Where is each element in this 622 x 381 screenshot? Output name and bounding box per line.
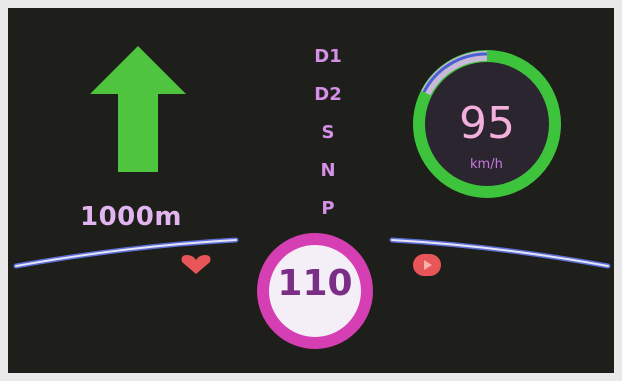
speed-limit-value: 110 <box>277 263 353 304</box>
heads-up-display: 1000m D1 D2 S N P 95 km/h 110 <box>8 8 614 373</box>
speed-unit: km/h <box>470 157 503 172</box>
gear-d1: D1 <box>314 46 342 67</box>
play-icon <box>413 254 441 276</box>
gear-s: S <box>321 122 335 143</box>
gear-d2: D2 <box>314 84 342 105</box>
heart-icon <box>181 255 211 274</box>
gear-selector: D1 D2 S N P <box>308 38 348 228</box>
gear-p: P <box>321 198 335 219</box>
gear-n: N <box>320 160 336 181</box>
arrow-up-icon <box>90 46 186 172</box>
current-speed: 95 <box>459 98 515 149</box>
